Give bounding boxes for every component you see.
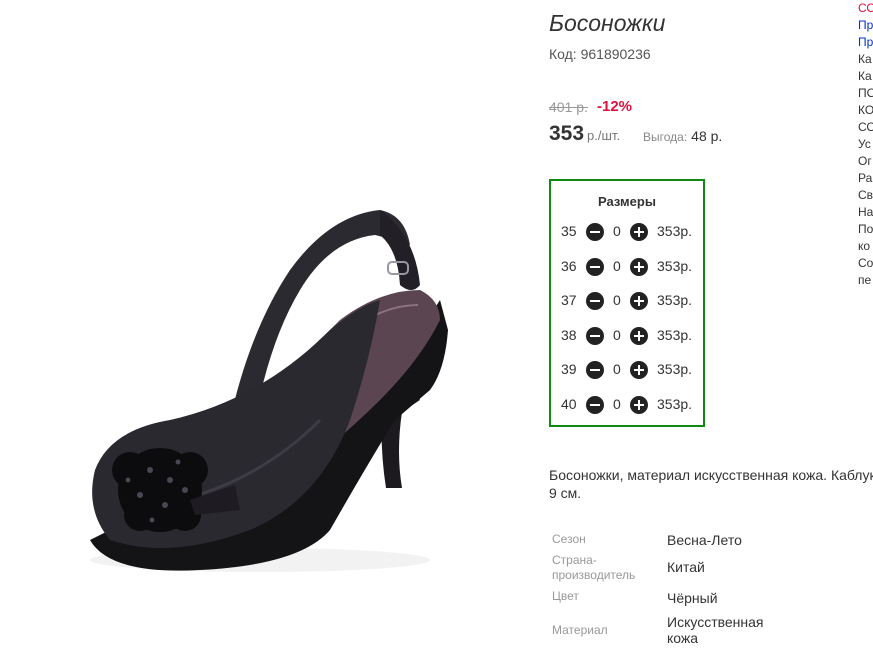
attribute-key: Сезон: [552, 532, 586, 546]
quantity-value: 0: [613, 292, 621, 308]
sidebar-link[interactable]: Пр: [858, 17, 873, 34]
sidebar-link[interactable]: СО: [858, 0, 873, 17]
benefit: Выгода: 48 р.: [643, 128, 722, 144]
product-code: Код: 961890236: [549, 46, 651, 62]
quantity-value: 0: [613, 223, 621, 239]
attribute-value: Искусственная кожа: [667, 614, 764, 646]
sizes-header: Размеры: [598, 194, 656, 209]
sidebar-text: Ус: [858, 137, 871, 151]
plus-icon[interactable]: [630, 292, 648, 310]
quantity-value: 0: [613, 361, 621, 377]
size-row: 35 0 353р.: [551, 222, 707, 242]
plus-icon[interactable]: [630, 327, 648, 345]
sidebar-text: Ра: [858, 171, 873, 185]
product-code-label: Код:: [549, 46, 577, 62]
size-row: 39 0 353р.: [551, 360, 707, 380]
sidebar-text: Ог: [858, 154, 872, 168]
sidebar-text: По: [858, 222, 873, 236]
price: 353 р./шт.: [549, 122, 620, 146]
size-row: 36 0 353р.: [551, 257, 707, 277]
size-label: 37: [561, 292, 577, 308]
sidebar-text: Ка: [858, 52, 872, 66]
plus-icon[interactable]: [630, 396, 648, 414]
size-price: 353р.: [657, 292, 693, 308]
plus-icon[interactable]: [630, 223, 648, 241]
sidebar-text: КО: [858, 103, 873, 117]
attribute-value: Чёрный: [667, 590, 718, 606]
minus-icon[interactable]: [586, 292, 604, 310]
plus-icon[interactable]: [630, 258, 648, 276]
sizes-panel: Размеры 35 0 353р. 36 0 353р. 37 0 353р.…: [549, 179, 705, 427]
attribute-key: Цвет: [552, 589, 579, 603]
minus-icon[interactable]: [586, 258, 604, 276]
quantity-value: 0: [613, 258, 621, 274]
size-label: 40: [561, 396, 577, 412]
quantity-value: 0: [613, 396, 621, 412]
quantity-value: 0: [613, 327, 621, 343]
attribute-value: Китай: [667, 559, 705, 575]
price-value: 353: [549, 122, 585, 145]
size-label: 36: [561, 258, 577, 274]
sidebar-text: ко: [858, 239, 871, 253]
sidebar-text: Ка: [858, 69, 872, 83]
product-title: Босоножки: [549, 10, 666, 36]
sidebar-text: На: [858, 205, 873, 219]
right-sidebar: СО Пр Пр Ка Ка ПО КО СО Ус Ог Ра Св На П…: [858, 0, 873, 289]
attribute-value: Весна-Лето: [667, 532, 742, 548]
minus-icon[interactable]: [586, 223, 604, 241]
size-label: 38: [561, 327, 577, 343]
minus-icon[interactable]: [586, 361, 604, 379]
plus-icon[interactable]: [630, 361, 648, 379]
product-image[interactable]: [0, 0, 540, 656]
sidebar-text: пе: [858, 273, 872, 287]
minus-icon[interactable]: [586, 327, 604, 345]
size-price: 353р.: [657, 258, 693, 274]
minus-icon[interactable]: [586, 396, 604, 414]
size-price: 353р.: [657, 223, 693, 239]
attribute-key: Материал: [552, 623, 608, 637]
product-description: Босоножки, материал искусственная кожа. …: [549, 467, 873, 501]
size-row: 40 0 353р.: [551, 395, 707, 415]
benefit-label: Выгода:: [643, 130, 688, 144]
size-row: 37 0 353р.: [551, 291, 707, 311]
old-price: 401 р.: [549, 99, 588, 115]
sidebar-text: Св: [858, 188, 873, 202]
size-row: 38 0 353р.: [551, 326, 707, 346]
size-label: 39: [561, 361, 577, 377]
benefit-value: 48 р.: [691, 128, 723, 144]
size-price: 353р.: [657, 361, 693, 377]
price-unit: р./шт.: [587, 128, 621, 143]
sidebar-text: Со: [858, 256, 873, 270]
sidebar-link[interactable]: Пр: [858, 34, 873, 51]
attribute-key: Страна-производитель: [552, 553, 636, 582]
sidebar-text: СО: [858, 120, 873, 134]
size-price: 353р.: [657, 327, 693, 343]
discount-badge: -12%: [597, 98, 633, 115]
product-code-value: 961890236: [580, 46, 651, 62]
sidebar-text: ПО: [858, 86, 873, 100]
size-label: 35: [561, 223, 577, 239]
size-price: 353р.: [657, 396, 693, 412]
